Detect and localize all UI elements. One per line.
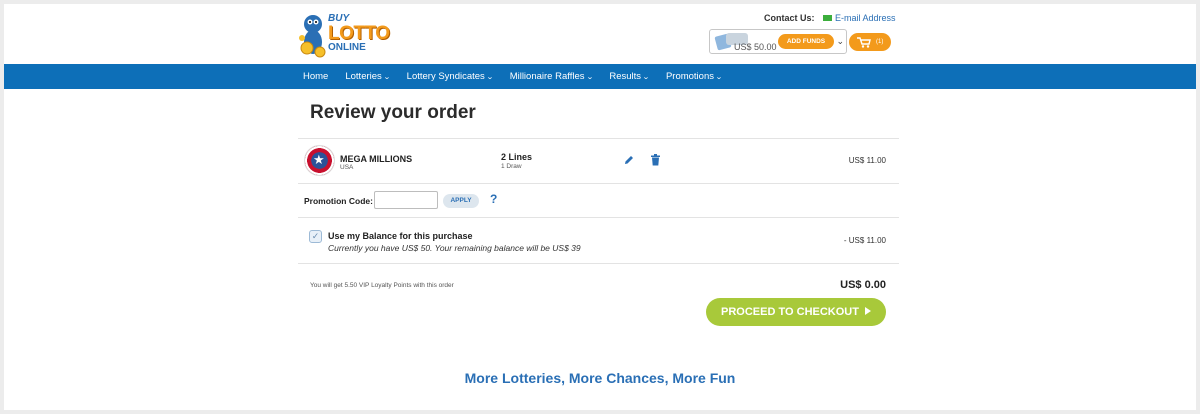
cart-icon xyxy=(857,37,871,48)
trash-icon[interactable] xyxy=(650,154,661,166)
order-total: US$ 0.00 xyxy=(840,279,886,291)
star-icon: ★ xyxy=(313,152,325,167)
loyalty-points-note: You will get 5.50 VIP Loyalty Points wit… xyxy=(310,282,454,289)
logo-online-text: ONLINE xyxy=(328,42,366,53)
add-funds-button[interactable]: ADD FUNDS xyxy=(778,34,834,49)
play-arrow-icon xyxy=(864,307,871,315)
proceed-to-checkout-button[interactable]: PROCEED TO CHECKOUT xyxy=(706,298,886,326)
checkout-label: PROCEED TO CHECKOUT xyxy=(721,306,859,318)
promo-code-label: Promotion Code: xyxy=(304,196,373,206)
main-nav: Home Lotteries⌄ Lottery Syndicates⌄ Mill… xyxy=(4,64,1196,89)
divider xyxy=(298,138,899,139)
nav-item-results[interactable]: Results⌄ xyxy=(609,71,649,82)
logo-lotto-text: LOTTO xyxy=(328,23,390,44)
site-header: BUY LOTTO ONLINE Contact Us: E-mail Addr… xyxy=(4,4,1196,64)
balance-info: Currently you have US$ 50. Your remainin… xyxy=(328,243,581,253)
balance-deduction: - US$ 11.00 xyxy=(843,236,886,245)
chevron-down-icon: ⌄ xyxy=(382,74,391,81)
order-lines: 2 Lines xyxy=(501,152,533,162)
page-frame: BUY LOTTO ONLINE Contact Us: E-mail Addr… xyxy=(4,4,1196,410)
use-balance-label: Use my Balance for this purchase xyxy=(328,231,473,241)
nav-item-promotions[interactable]: Promotions⌄ xyxy=(666,71,723,82)
email-link[interactable]: E-mail Address xyxy=(835,13,896,23)
lottery-country: USA xyxy=(340,164,354,171)
order-draws: 1 Draw xyxy=(501,163,522,170)
nav-item-home[interactable]: Home xyxy=(303,71,328,82)
edit-icon[interactable] xyxy=(623,154,635,166)
chevron-down-icon: ⌄ xyxy=(485,74,494,81)
mascot-icon xyxy=(299,15,326,58)
chevron-down-icon: ⌄ xyxy=(715,74,723,81)
promo-code-input[interactable] xyxy=(374,191,438,209)
envelope-icon xyxy=(823,15,833,21)
apply-button[interactable]: APPLY xyxy=(443,194,479,208)
lottery-name: MEGA MILLIONS xyxy=(340,154,413,164)
wallet-widget[interactable]: US$ 50.00 ADD FUNDS ⌄ xyxy=(709,29,847,54)
chevron-down-icon[interactable]: ⌄ xyxy=(836,36,844,47)
cart-count: (1) xyxy=(876,39,884,45)
nav-item-millionaire-raffles[interactable]: Millionaire Raffles⌄ xyxy=(510,71,594,82)
divider xyxy=(298,263,899,264)
site-logo[interactable]: BUY LOTTO ONLINE xyxy=(298,10,398,62)
chevron-down-icon: ⌄ xyxy=(642,74,650,81)
chevron-down-icon: ⌄ xyxy=(585,74,594,81)
wallet-balance: US$ 50.00 xyxy=(734,42,777,52)
nav-item-lottery-syndicates[interactable]: Lottery Syndicates⌄ xyxy=(407,71,494,82)
mega-millions-logo: ★ xyxy=(304,145,335,176)
nav-item-lotteries[interactable]: Lotteries⌄ xyxy=(345,71,391,82)
page-title: Review your order xyxy=(310,102,476,123)
tagline: More Lotteries, More Chances, More Fun xyxy=(464,370,736,386)
contact-label: Contact Us: xyxy=(764,13,815,23)
divider xyxy=(298,183,899,184)
cart-button[interactable]: (1) xyxy=(849,33,891,51)
help-icon[interactable]: ? xyxy=(490,192,497,206)
use-balance-checkbox[interactable]: ✓ xyxy=(309,230,322,243)
contact-us: Contact Us: E-mail Address xyxy=(764,13,896,23)
divider xyxy=(298,217,899,218)
order-price: US$ 11.00 xyxy=(848,156,886,165)
